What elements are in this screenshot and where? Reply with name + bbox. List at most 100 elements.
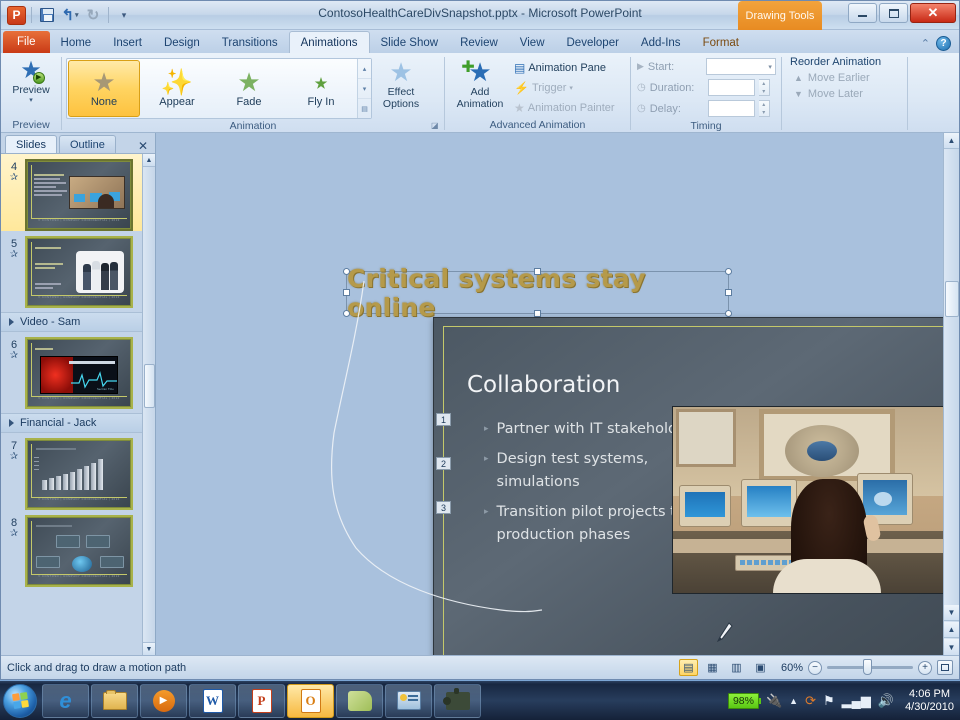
power-plug-icon[interactable]: 🔌 [766,693,782,709]
resize-handle-bottom-left[interactable] [343,310,350,317]
animation-pane-button[interactable]: ▤ Animation Pane [511,58,618,78]
trigger-button[interactable]: ⚡ Trigger ▾ [511,78,618,98]
section-header-video-sam[interactable]: Video - Sam [1,312,155,332]
animation-star-icon[interactable]: ✰ [3,529,25,539]
resize-handle-top-left[interactable] [343,268,350,275]
tab-slides[interactable]: Slides [5,135,57,153]
thumbnail-slide-6[interactable]: 6 ✰ Section Title ® CONTOSO | COMPANY CO… [1,332,155,409]
help-icon[interactable]: ? [936,36,951,51]
zoom-slider[interactable] [827,659,913,675]
taskbar-camera-tool[interactable] [434,683,481,718]
scroll-down-icon[interactable]: ▼ [143,642,155,655]
taskbar-windows-explorer[interactable] [91,683,138,718]
animation-appear[interactable]: ✨ Appear [141,59,213,118]
close-button[interactable]: ✕ [910,3,956,23]
taskbar-onenote[interactable] [336,683,383,718]
slides-pane-scrollbar[interactable]: ▲ ▼ [142,154,155,655]
previous-slide-button[interactable]: ▲ [944,622,959,638]
show-hidden-icons-button[interactable]: ▲ [789,696,798,706]
action-center-flag-icon[interactable]: ⚑ [823,693,835,709]
tab-add-ins[interactable]: Add-Ins [630,32,692,53]
move-earlier-button[interactable]: ▲ Move Earlier [782,70,874,86]
stepper-down-icon[interactable]: ▾ [759,88,769,96]
taskbar-powerpoint[interactable]: P [238,683,285,718]
thumbnail-slide-5[interactable]: 5 ✰ ® CONTOSO | COMPANY CONFIDENTIAL | 2… [1,231,155,308]
gallery-more-button[interactable]: ▤ [358,99,371,118]
animation-tag-3[interactable]: 3 [436,501,451,514]
animation-tag-1[interactable]: 1 [436,413,451,426]
chevron-down-icon[interactable]: ▾ [29,97,33,105]
scrollbar-thumb[interactable] [945,281,959,317]
zoom-slider-handle[interactable] [863,659,872,675]
tab-animations[interactable]: Animations [288,31,370,53]
stepper-up-icon[interactable]: ▴ [759,101,769,109]
animation-star-icon[interactable]: ✰ [3,250,25,260]
scroll-down-icon[interactable]: ▼ [944,605,959,621]
resize-handle-middle-left[interactable] [343,288,350,296]
tab-review[interactable]: Review [449,32,509,53]
previous-slide-icon[interactable]: ▲ [944,622,959,638]
preview-button[interactable]: ★ ▶ Preview ▾ [5,56,57,104]
start-button[interactable] [3,683,37,718]
scroll-down-button[interactable]: ▼ [944,605,959,621]
animation-fly-in[interactable]: ⭑ Fly In [285,59,357,118]
sync-center-icon[interactable]: ⟳ [805,693,816,709]
maximize-button[interactable] [879,3,908,23]
taskbar-clock[interactable]: 4:06 PM 4/30/2010 [901,688,954,714]
tab-insert[interactable]: Insert [102,32,153,53]
tab-file[interactable]: File [3,31,50,53]
section-header-financial-jack[interactable]: Financial - Jack [1,413,155,433]
animation-painter-button[interactable]: ★ Animation Painter [511,98,618,118]
resize-handle-top-right[interactable] [725,268,732,275]
resize-handle-middle-right[interactable] [725,288,732,296]
tab-slide-show[interactable]: Slide Show [370,32,450,53]
taskbar-internet-explorer[interactable]: e [42,683,89,718]
move-later-button[interactable]: ▼ Move Later [782,86,867,102]
resize-handle-top-center[interactable] [533,268,541,275]
scroll-up-icon[interactable]: ▲ [944,133,959,149]
undo-button[interactable]: ↰ ▾ [60,5,80,25]
tab-developer[interactable]: Developer [556,32,630,53]
slide-canvas[interactable]: Critical systems stay online Collaborati… [156,133,959,655]
animation-dialog-launcher[interactable]: ◪ [431,121,441,131]
slide-photo[interactable] [672,406,959,594]
taskbar-word[interactable]: W [189,683,236,718]
network-bars-icon[interactable]: ▂▄▆ [842,693,871,709]
reading-view-button[interactable]: ▥ [727,659,746,676]
speaker-volume-icon[interactable]: 🔊 [878,693,894,709]
close-pane-icon[interactable]: ✕ [138,139,155,153]
animation-tag-2[interactable]: 2 [436,457,451,470]
animation-star-icon[interactable]: ✰ [3,452,25,462]
duration-stepper[interactable]: ▴ ▾ [758,79,770,96]
taskbar-control-panel[interactable] [385,683,432,718]
taskbar-outlook[interactable]: O [287,683,334,718]
save-button[interactable] [37,5,57,25]
scroll-up-icon[interactable]: ▲ [143,154,155,167]
canvas-vertical-scrollbar[interactable]: ▲ ▼ ▲ ▼ [943,133,959,655]
tab-home[interactable]: Home [50,32,103,53]
stepper-up-icon[interactable]: ▴ [759,80,769,88]
thumbnail-slide-4[interactable]: 4 ✰ ® CONTOSO | COMPANY CONFIDENTIAL | 2… [1,154,155,231]
minimize-button[interactable] [848,3,877,23]
tab-design[interactable]: Design [153,32,211,53]
duration-input[interactable] [707,79,755,96]
animation-star-icon[interactable]: ✰ [3,351,25,361]
effect-options-button[interactable]: ★ Effect Options [372,56,430,110]
resize-handle-bottom-center[interactable] [533,310,541,317]
resize-handle-bottom-right[interactable] [725,310,732,317]
delay-stepper[interactable]: ▴ ▾ [758,100,770,117]
gallery-scroll-up-button[interactable]: ▴ [358,59,371,79]
slide-editing-surface[interactable]: Collaboration 1 2 3 ▸ Partner with IT st… [433,317,959,655]
tab-outline[interactable]: Outline [58,135,116,153]
stepper-down-icon[interactable]: ▾ [759,109,769,117]
gallery-scroll-down-button[interactable]: ▾ [358,79,371,99]
tab-transitions[interactable]: Transitions [211,32,289,53]
normal-view-button[interactable]: ▤ [678,659,698,676]
add-animation-button[interactable]: ★ ✚ Add Animation [449,56,511,110]
start-dropdown[interactable]: ▾ [705,58,776,75]
minimize-ribbon-icon[interactable]: ⌃ [921,37,930,50]
scrollbar-thumb[interactable] [144,364,155,408]
animation-star-icon[interactable]: ✰ [3,173,25,183]
thumbnail-slide-8[interactable]: 8 ✰ ® CONTOSO | COMPANY CONFIDENTIAL | 2… [1,510,155,587]
animation-none[interactable]: ★ None [68,60,140,117]
